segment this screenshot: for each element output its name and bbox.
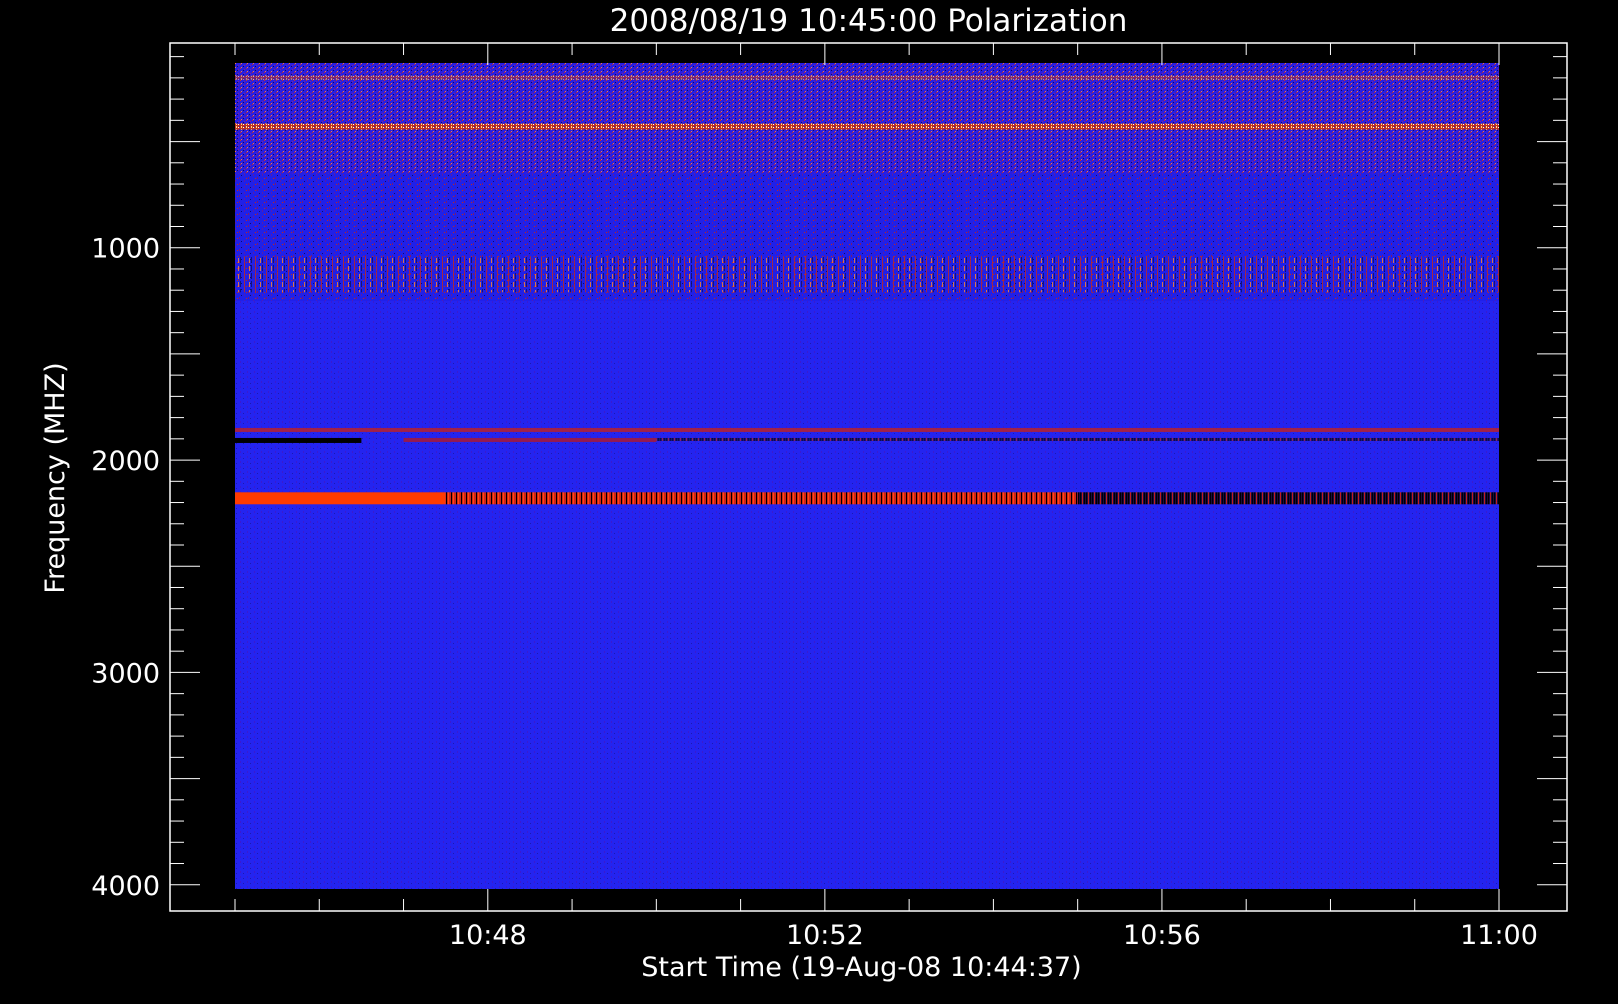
x-tick-label: 10:52: [786, 920, 864, 951]
x-axis-label: Start Time (19-Aug-08 10:44:37): [641, 952, 1081, 983]
chart-title: 2008/08/19 10:45:00 Polarization: [610, 3, 1128, 39]
feature-split-line-red-segment: [403, 437, 657, 442]
y-tick-label: 3000: [91, 658, 160, 689]
feature-strong-line-solid: [235, 492, 446, 505]
feature-strong-line-mixed: [445, 492, 1078, 505]
feature-split-line-dark: [235, 437, 362, 443]
feature-strong-line-dark: [1077, 492, 1499, 505]
x-tick-label: 10:48: [449, 920, 527, 951]
y-tick-label: 4000: [91, 871, 160, 902]
feature-split-line-red: [235, 427, 1499, 432]
spectrogram-image: [235, 63, 1499, 889]
x-tick-label: 10:56: [1123, 920, 1201, 951]
feature-speckle-line: [235, 123, 1499, 130]
feature-split-line-barcode: [656, 437, 1499, 441]
chart: 1000 2000 3000 4000 10:48 10:52 10:56 11:00 2008…: [40, 3, 1568, 983]
y-axis-label: Frequency (MHZ): [40, 362, 71, 593]
chart-root: 1000 2000 3000 4000 10:48 10:52 10:56 11:00 2008…: [0, 0, 1618, 1000]
feature-streak-band: [235, 256, 1499, 293]
y-tick-label: 1000: [91, 234, 160, 265]
y-tick-label: 2000: [91, 446, 160, 477]
x-tick-label: 11:00: [1460, 920, 1538, 951]
feature-top-speckle: [235, 75, 1499, 80]
